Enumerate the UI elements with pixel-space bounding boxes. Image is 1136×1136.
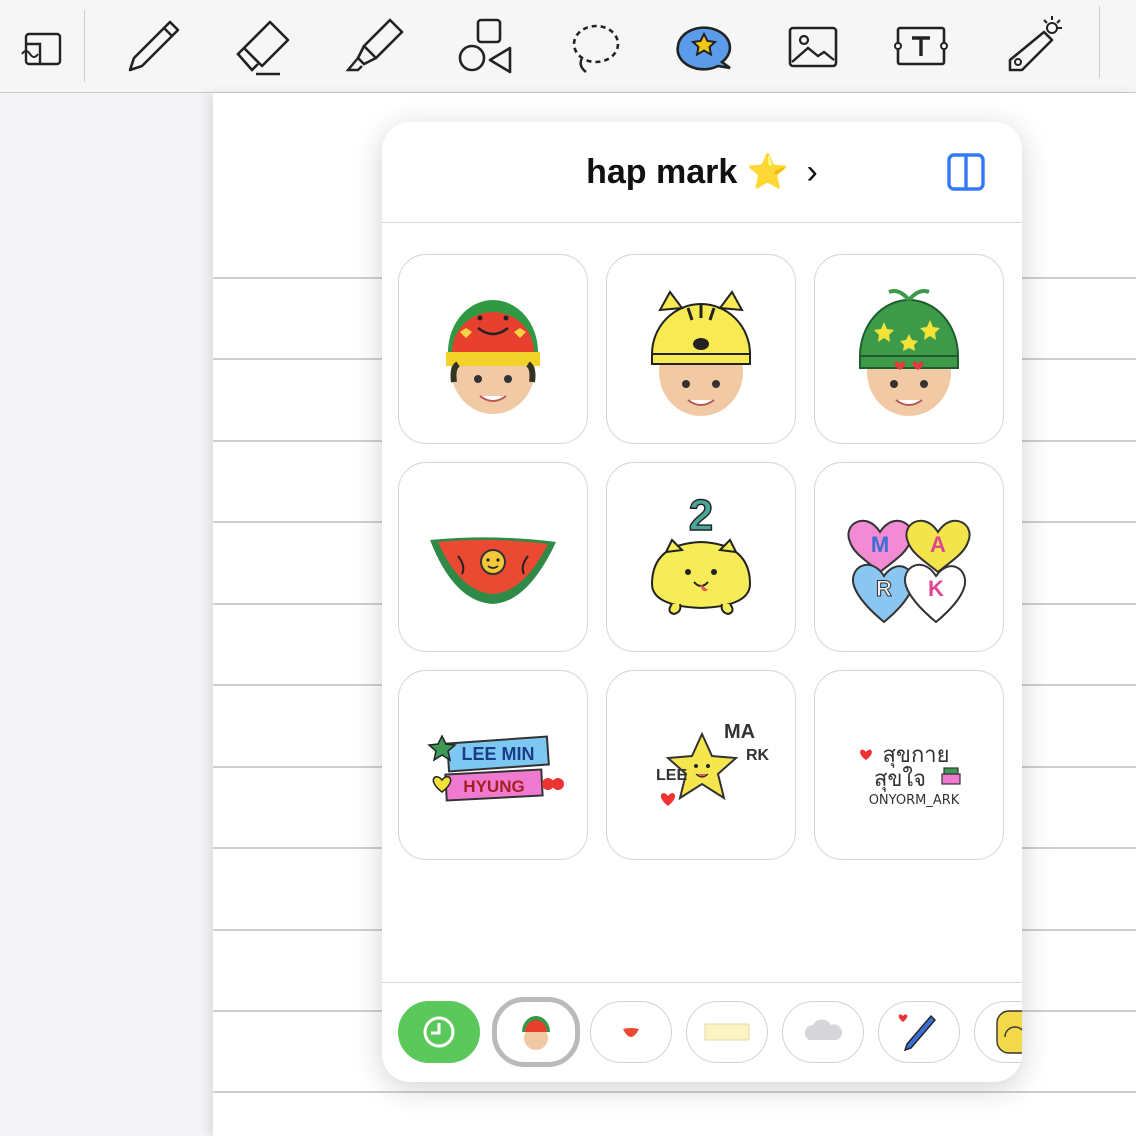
toolbar-divider [84,10,85,82]
letter-r: R [876,576,892,601]
toolbar [0,0,1136,93]
popover-header: hap mark ⭐ › [382,122,1022,223]
lee-text: LEE [656,767,687,784]
lee-min-text: LEE MIN [461,744,534,764]
pack-title-button[interactable]: hap mark ⭐ › [382,152,1022,192]
pack-pen[interactable] [878,1001,960,1063]
pack-cloud[interactable] [782,1001,864,1063]
sticker-tiger-hat-boy[interactable] [606,254,796,444]
chevron-right-icon: › [806,153,818,191]
ruled-line [213,1091,1136,1093]
watermelon-thumb-icon [623,1028,639,1037]
sticker-watermelon-slice[interactable] [398,462,588,652]
sticker-icon[interactable] [668,10,740,82]
clock-icon [423,1016,455,1048]
thai-line-2: สุขใจ [874,766,926,792]
split-view-icon[interactable] [946,152,986,192]
text-icon[interactable] [884,10,956,82]
hyung-text: HYUNG [463,777,524,796]
recent-pack[interactable] [398,1001,480,1063]
page-layout-icon[interactable] [4,10,76,82]
letter-k: K [928,576,944,601]
sticker-lee-mark-star[interactable]: LEE MA RK [606,670,796,860]
image-icon[interactable] [776,10,848,82]
toolbar-overflow[interactable] [1099,6,1136,78]
rk-text: RK [746,747,770,764]
pack-paper-note[interactable] [686,1001,768,1063]
pack-watermelon[interactable] [590,1001,672,1063]
shapes-icon[interactable] [448,10,520,82]
sticker-watermelon-hat-boy[interactable] [398,254,588,444]
sticker-tiger-number-2[interactable]: 2 [606,462,796,652]
star-emoji: ⭐ [746,153,790,191]
ma-text: MA [724,721,755,743]
eraser-icon[interactable] [226,10,298,82]
pack-title: hap mark [586,153,738,191]
sticker-star-hat-boy[interactable] [814,254,1004,444]
lasso-icon[interactable] [558,10,630,82]
cloud-thumb-icon [804,1019,843,1040]
highlighter-icon[interactable] [338,10,410,82]
number-two-text: 2 [689,491,713,540]
pack-thanks-badge[interactable] [974,1001,1022,1063]
sticker-lee-min-hyung[interactable]: LEE MIN HYUNG [398,670,588,860]
pack-boy-face[interactable] [492,997,580,1067]
letter-m: M [871,532,889,557]
onyorm-ark-text: ONYORM_ARK [869,793,960,808]
pen-thumb-icon [898,1014,936,1052]
sticker-mark-hearts[interactable]: M A R K [814,462,1004,652]
sticker-popover: hap mark ⭐ › 2 M A R K LEE MIN HYUNG LEE… [382,122,1022,1082]
boy-face-thumb-icon [522,1016,550,1050]
popover-arrow [678,100,726,124]
pen-icon[interactable] [116,10,188,82]
sticker-thai-text[interactable]: สุขกาย สุขใจ ONYORM_ARK [814,670,1004,860]
sticker-pack-bar [382,982,1022,1083]
laser-pointer-icon[interactable] [996,10,1068,82]
letter-a: A [930,532,946,557]
paper-note-thumb-icon [704,1023,750,1041]
thanks-badge-thumb-icon [996,1010,1022,1054]
thai-line-1: สุขกาย [882,743,949,768]
